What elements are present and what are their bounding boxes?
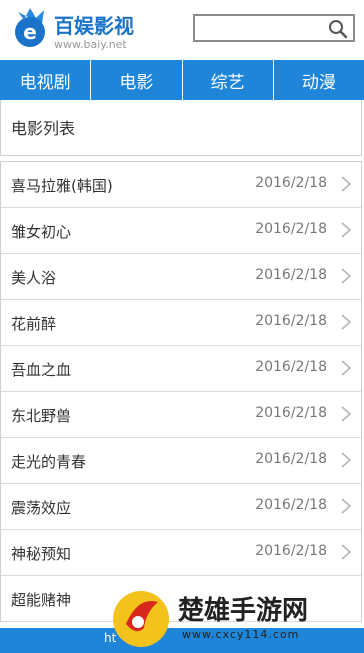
section-header: 电影列表 [0,100,362,156]
item-title: 震荡效应 [11,499,72,517]
item-title: 雏女初心 [11,223,72,241]
watermark: 楚雄手游网 www.cxcy114.com [108,584,358,650]
list-item[interactable]: 喜马拉雅(韩国) 2016/2/18 [1,162,361,208]
item-date: 2016/2/18 [255,543,327,559]
item-date: 2016/2/18 [255,359,327,375]
logo-e-icon: e [15,8,45,47]
search-input[interactable] [195,16,333,40]
list-item[interactable]: 震荡效应 2016/2/18 [1,484,361,530]
item-title: 超能赌神 [11,591,72,609]
watermark-url: www.cxcy114.com [182,628,300,641]
item-date: 2016/2/18 [255,175,327,191]
search-icon[interactable] [327,18,349,40]
item-date: 2016/2/18 [255,451,327,467]
nav-anime[interactable]: 动漫 [274,60,364,100]
item-title: 东北野兽 [11,407,72,425]
chevron-right-icon [341,498,352,514]
list-item[interactable]: 吾血之血 2016/2/18 [1,346,361,392]
nav-variety[interactable]: 综艺 [183,60,274,100]
nav-tv-series[interactable]: 电视剧 [0,60,92,100]
item-date: 2016/2/18 [255,313,327,329]
item-title: 走光的青春 [11,453,87,471]
chevron-right-icon [341,176,352,192]
watermark-logo-icon [113,591,169,647]
list-item[interactable]: 雏女初心 2016/2/18 [1,208,361,254]
main-nav: 电视剧 电影 综艺 动漫 [0,60,364,100]
chevron-right-icon [341,314,352,330]
movie-list: 喜马拉雅(韩国) 2016/2/18 雏女初心 2016/2/18 美人浴 20… [0,161,362,622]
watermark-title: 楚雄手游网 [178,596,309,626]
section-title: 电影列表 [11,119,76,138]
list-item[interactable]: 东北野兽 2016/2/18 [1,392,361,438]
logo-title: 百娱影视 [54,14,134,38]
item-title: 神秘预知 [11,545,72,563]
item-date: 2016/2/18 [255,221,327,237]
list-item[interactable]: 花前醉 2016/2/18 [1,300,361,346]
list-item[interactable]: 神秘预知 2016/2/18 [1,530,361,576]
chevron-right-icon [341,452,352,468]
nav-movies[interactable]: 电影 [91,60,183,100]
chevron-right-icon [341,360,352,376]
item-title: 吾血之血 [11,361,72,379]
site-logo[interactable]: e 百娱影视 www.baiy.net [10,4,140,54]
logo-url: www.baiy.net [54,38,127,51]
header: e 百娱影视 www.baiy.net [0,0,364,60]
item-title: 美人浴 [11,269,57,287]
chevron-right-icon [341,544,352,560]
item-date: 2016/2/18 [255,497,327,513]
item-title: 喜马拉雅(韩国) [11,177,113,195]
svg-text:e: e [23,20,37,44]
list-item[interactable]: 走光的青春 2016/2/18 [1,438,361,484]
chevron-right-icon [341,268,352,284]
chevron-right-icon [341,222,352,238]
chevron-right-icon [341,406,352,422]
list-item[interactable]: 美人浴 2016/2/18 [1,254,361,300]
item-date: 2016/2/18 [255,405,327,421]
item-date: 2016/2/18 [255,267,327,283]
item-title: 花前醉 [11,315,57,333]
search-box [193,14,355,42]
